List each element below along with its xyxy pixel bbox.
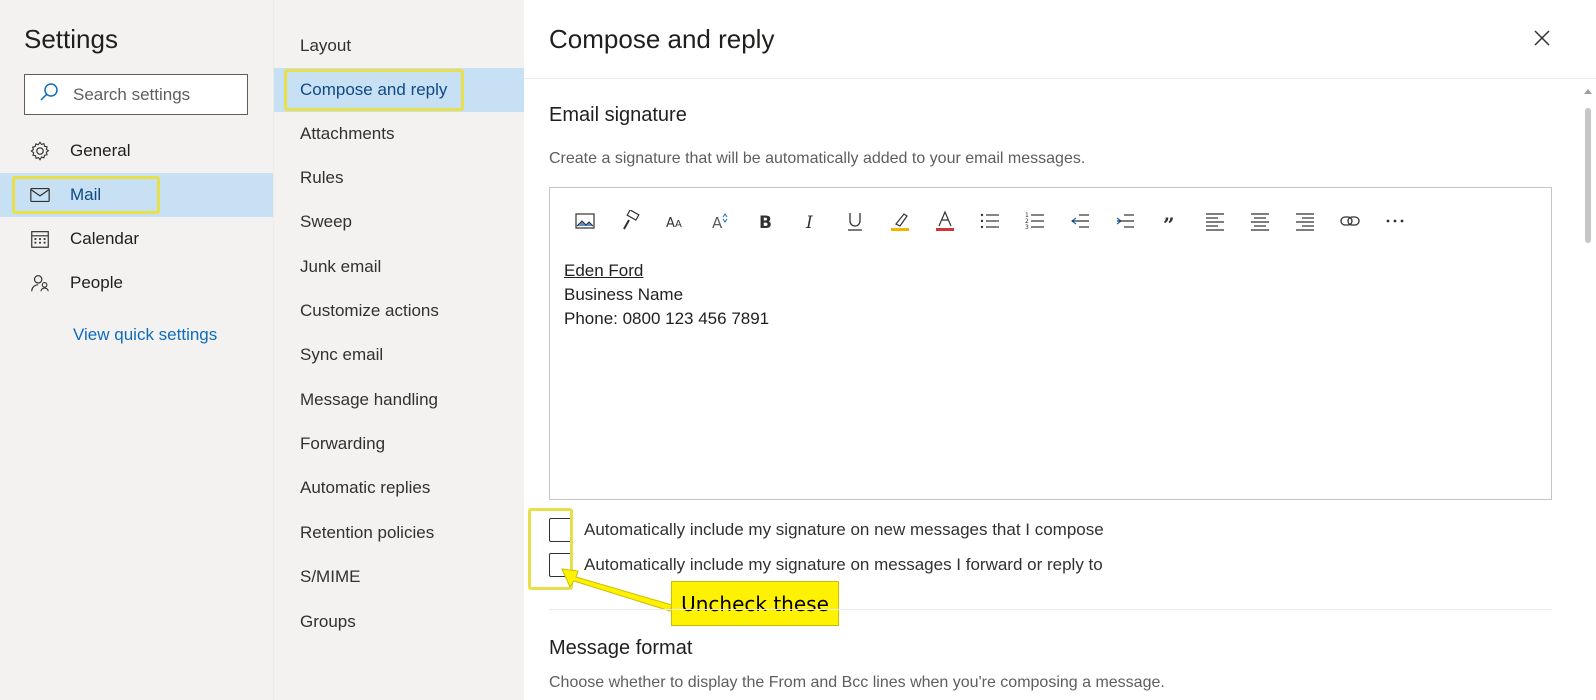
menu-item-compose-and-reply[interactable]: Compose and reply xyxy=(274,68,525,112)
signature-phone: Phone: 0800 123 456 7891 xyxy=(564,309,770,328)
compose-and-reply-panel: Compose and reply Email signature Create… xyxy=(524,0,1596,700)
include-signature-new-label: Automatically include my signature on ne… xyxy=(584,520,1104,539)
mail-settings-menu: Layout Compose and reply Attachments Rul… xyxy=(273,0,525,700)
svg-text:B: B xyxy=(759,213,772,232)
more-options-icon[interactable] xyxy=(1372,206,1417,236)
highlight-icon[interactable] xyxy=(877,206,922,236)
svg-text:A: A xyxy=(712,214,723,232)
sidebar-item-label: Calendar xyxy=(70,229,139,248)
calendar-icon xyxy=(28,227,52,251)
section-divider xyxy=(549,609,1552,610)
format-painter-icon[interactable] xyxy=(607,206,652,236)
align-right-icon[interactable] xyxy=(1282,206,1327,236)
menu-item-attachments[interactable]: Attachments xyxy=(274,112,525,156)
svg-text:A: A xyxy=(666,216,675,231)
menu-item-sync-email[interactable]: Sync email xyxy=(274,333,525,377)
quote-icon[interactable]: ” xyxy=(1147,206,1192,236)
menu-item-smime[interactable]: S/MIME xyxy=(274,555,525,599)
menu-item-retention-policies[interactable]: Retention policies xyxy=(274,511,525,555)
page-title: Compose and reply xyxy=(549,24,775,54)
align-left-icon[interactable] xyxy=(1192,206,1237,236)
uncheck-these-callout: Uncheck these xyxy=(671,581,839,626)
sidebar-item-general[interactable]: General xyxy=(0,129,273,173)
bold-icon[interactable]: B xyxy=(742,206,787,236)
people-icon xyxy=(28,271,52,295)
underline-icon[interactable] xyxy=(832,206,877,236)
signature-content[interactable]: Eden Ford Business Name Phone: 0800 123 … xyxy=(564,259,769,331)
view-quick-settings-link[interactable]: View quick settings xyxy=(73,325,217,345)
menu-item-sweep[interactable]: Sweep xyxy=(274,200,525,244)
message-format-heading: Message format xyxy=(549,637,693,659)
mail-icon xyxy=(28,183,52,207)
svg-text:”: ” xyxy=(1163,213,1175,232)
sidebar-item-label: General xyxy=(70,141,131,160)
search-icon xyxy=(39,82,59,107)
sidebar-item-label: People xyxy=(70,273,123,292)
email-signature-description: Create a signature that will be automati… xyxy=(549,150,1086,167)
settings-sidebar: Settings General Mail Calendar xyxy=(0,0,273,700)
message-format-description: Choose whether to display the From and B… xyxy=(549,674,1165,691)
sidebar-item-label: Mail xyxy=(70,185,102,204)
signature-name: Eden Ford xyxy=(564,261,644,280)
sidebar-item-mail[interactable]: Mail xyxy=(0,173,273,217)
font-size-icon[interactable]: A xyxy=(697,206,742,236)
signature-business: Business Name xyxy=(564,285,684,304)
settings-title: Settings xyxy=(24,24,118,54)
sidebar-item-calendar[interactable]: Calendar xyxy=(0,217,273,261)
sidebar-item-people[interactable]: People xyxy=(0,261,273,305)
settings-window: Settings General Mail Calendar xyxy=(0,0,1596,700)
email-signature-heading: Email signature xyxy=(549,104,687,126)
align-center-icon[interactable] xyxy=(1237,206,1282,236)
formatting-toolbar: AA A B I 1 2 3 ” xyxy=(562,206,1417,236)
menu-item-junk-email[interactable]: Junk email xyxy=(274,245,525,289)
numbering-icon[interactable]: 123 xyxy=(1012,206,1057,236)
menu-item-customize-actions[interactable]: Customize actions xyxy=(274,289,525,333)
close-icon xyxy=(1530,30,1554,54)
menu-item-groups[interactable]: Groups xyxy=(274,600,525,644)
scroll-up-icon[interactable] xyxy=(1582,86,1594,96)
bullets-icon[interactable] xyxy=(967,206,1012,236)
scroll-thumb[interactable] xyxy=(1585,108,1591,243)
svg-text:A: A xyxy=(675,219,682,230)
gear-icon xyxy=(28,139,52,163)
font-icon[interactable]: AA xyxy=(652,206,697,236)
callout-arrow xyxy=(561,568,673,612)
search-box[interactable] xyxy=(24,74,248,115)
include-signature-new-checkbox[interactable] xyxy=(549,518,573,542)
increase-indent-icon[interactable] xyxy=(1102,206,1147,236)
insert-picture-icon[interactable] xyxy=(562,206,607,236)
decrease-indent-icon[interactable] xyxy=(1057,206,1102,236)
link-icon[interactable] xyxy=(1327,206,1372,236)
svg-text:I: I xyxy=(805,213,813,232)
font-color-icon[interactable] xyxy=(922,206,967,236)
header-divider xyxy=(524,78,1596,79)
menu-item-forwarding[interactable]: Forwarding xyxy=(274,422,525,466)
svg-text:3: 3 xyxy=(1025,224,1029,231)
search-input[interactable] xyxy=(71,83,241,106)
italic-icon[interactable]: I xyxy=(787,206,832,236)
menu-item-automatic-replies[interactable]: Automatic replies xyxy=(274,466,525,510)
close-button[interactable] xyxy=(1530,26,1554,50)
menu-item-layout[interactable]: Layout xyxy=(274,24,525,68)
scrollbar[interactable] xyxy=(1582,86,1594,700)
menu-item-message-handling[interactable]: Message handling xyxy=(274,378,525,422)
signature-editor[interactable]: AA A B I 1 2 3 ” Eden Ford Business Name… xyxy=(549,187,1552,500)
menu-item-rules[interactable]: Rules xyxy=(274,156,525,200)
include-signature-new-row[interactable]: Automatically include my signature on ne… xyxy=(549,516,1104,544)
